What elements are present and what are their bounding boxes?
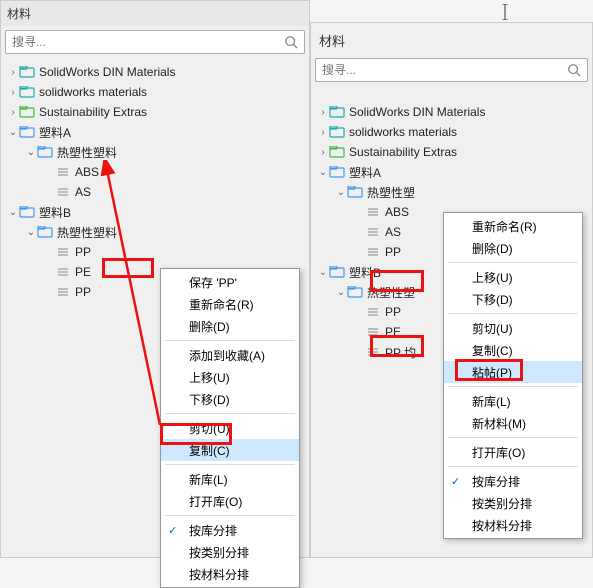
left-search-input[interactable]: [12, 35, 284, 49]
search-icon: [284, 35, 298, 49]
tree-item[interactable]: ⌄热塑性塑料: [3, 222, 307, 242]
tree-item[interactable]: ⌄塑料A: [3, 122, 307, 142]
menu-separator: [448, 437, 578, 438]
material-icon: [365, 205, 381, 219]
right-panel-title: 材料: [311, 23, 592, 54]
menu-separator: [448, 386, 578, 387]
material-icon: [55, 245, 71, 259]
folder-icon: [19, 65, 35, 79]
menu-sort-library[interactable]: ✓按库分排: [161, 519, 299, 541]
menu-open-library[interactable]: 打开库(O): [444, 441, 582, 463]
menu-move-up[interactable]: 上移(U): [161, 366, 299, 388]
left-panel-title: 材料: [1, 1, 309, 26]
folder-icon: [329, 265, 345, 279]
menu-move-up[interactable]: 上移(U): [444, 266, 582, 288]
folder-icon: [19, 205, 35, 219]
menu-move-down[interactable]: 下移(D): [161, 388, 299, 410]
tree-item[interactable]: ⌄热塑性塑料: [3, 142, 307, 162]
menu-copy[interactable]: 复制(C): [444, 339, 582, 361]
material-icon: [365, 305, 381, 319]
menu-separator: [448, 313, 578, 314]
folder-icon: [19, 125, 35, 139]
folder-icon: [19, 85, 35, 99]
menu-open-library[interactable]: 打开库(O): [161, 490, 299, 512]
folder-icon: [37, 225, 53, 239]
menu-save[interactable]: 保存 'PP': [161, 271, 299, 293]
menu-copy[interactable]: 复制(C): [161, 439, 299, 461]
folder-icon: [19, 105, 35, 119]
tree-item[interactable]: PP: [3, 242, 307, 262]
menu-separator: [165, 340, 295, 341]
folder-icon: [329, 125, 345, 139]
menu-sort-category[interactable]: 按类别分排: [161, 541, 299, 563]
menu-cut[interactable]: 剪切(U): [161, 417, 299, 439]
menu-cut[interactable]: 剪切(U): [444, 317, 582, 339]
right-context-menu: 重新命名(R) 删除(D) 上移(U) 下移(D) 剪切(U) 复制(C) 粘帖…: [443, 212, 583, 539]
material-icon: [365, 225, 381, 239]
menu-separator: [165, 413, 295, 414]
tree-item[interactable]: ›Sustainability Extras: [313, 142, 590, 162]
menu-rename[interactable]: 重新命名(R): [444, 215, 582, 237]
tree-item[interactable]: AS: [3, 182, 307, 202]
left-context-menu: 保存 'PP' 重新命名(R) 删除(D) 添加到收藏(A) 上移(U) 下移(…: [160, 268, 300, 588]
menu-delete[interactable]: 删除(D): [444, 237, 582, 259]
menu-separator: [165, 464, 295, 465]
check-icon: ✓: [168, 524, 177, 537]
folder-icon: [329, 165, 345, 179]
right-search-input[interactable]: [322, 63, 567, 77]
material-icon: [55, 285, 71, 299]
material-icon: [365, 345, 381, 359]
tree-item[interactable]: ⌄热塑性塑: [313, 182, 590, 202]
menu-new-library[interactable]: 新库(L): [444, 390, 582, 412]
menu-rename[interactable]: 重新命名(R): [161, 293, 299, 315]
menu-separator: [165, 515, 295, 516]
left-search-box[interactable]: [5, 30, 305, 54]
folder-icon: [329, 145, 345, 159]
menu-sort-material[interactable]: 按材料分排: [161, 563, 299, 585]
tree-item[interactable]: ›solidworks materials: [313, 122, 590, 142]
menu-sort-material[interactable]: 按材料分排: [444, 514, 582, 536]
check-icon: ✓: [451, 475, 460, 488]
folder-icon: [37, 145, 53, 159]
material-icon: [55, 185, 71, 199]
menu-delete[interactable]: 删除(D): [161, 315, 299, 337]
tree-item[interactable]: ›Sustainability Extras: [3, 102, 307, 122]
tree-item[interactable]: ⌄塑料A: [313, 162, 590, 182]
tree-item[interactable]: ›SolidWorks DIN Materials: [3, 62, 307, 82]
menu-new-library[interactable]: 新库(L): [161, 468, 299, 490]
search-icon: [567, 63, 581, 77]
menu-sort-category[interactable]: 按类别分排: [444, 492, 582, 514]
right-search-box[interactable]: [315, 58, 588, 82]
menu-separator: [448, 262, 578, 263]
material-icon: [365, 325, 381, 339]
menu-sort-library[interactable]: ✓按库分排: [444, 470, 582, 492]
folder-icon: [347, 285, 363, 299]
folder-icon: [347, 185, 363, 199]
folder-icon: [329, 105, 345, 119]
tree-item[interactable]: ABS: [3, 162, 307, 182]
tree-item[interactable]: ›SolidWorks DIN Materials: [313, 102, 590, 122]
material-icon: [55, 165, 71, 179]
text-cursor-icon: [500, 4, 510, 20]
menu-paste[interactable]: 粘帖(P): [444, 361, 582, 383]
menu-add-favorite[interactable]: 添加到收藏(A): [161, 344, 299, 366]
material-icon: [365, 245, 381, 259]
tree-item[interactable]: ›solidworks materials: [3, 82, 307, 102]
menu-new-material[interactable]: 新材料(M): [444, 412, 582, 434]
menu-separator: [448, 466, 578, 467]
menu-move-down[interactable]: 下移(D): [444, 288, 582, 310]
material-icon: [55, 265, 71, 279]
tree-item[interactable]: ⌄塑料B: [3, 202, 307, 222]
